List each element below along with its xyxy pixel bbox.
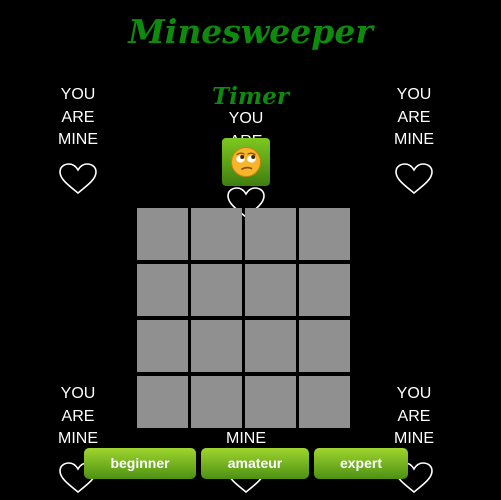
minefield-cell[interactable]	[137, 376, 188, 428]
expert-button[interactable]: expert	[314, 448, 408, 479]
beginner-button[interactable]: beginner	[84, 448, 196, 479]
minefield-cell[interactable]	[245, 320, 296, 372]
minefield-cell[interactable]	[299, 264, 350, 316]
decoration-line: YOU	[60, 385, 96, 402]
reset-face-button[interactable]	[222, 138, 270, 186]
minefield-cell[interactable]	[137, 208, 188, 260]
heart-icon	[395, 162, 433, 194]
heart-icon	[59, 162, 97, 194]
minefield-cell[interactable]	[299, 208, 350, 260]
decoration-line: MINE	[58, 131, 98, 148]
minefield-cell[interactable]	[299, 320, 350, 372]
minefield-cell[interactable]	[191, 376, 242, 428]
minefield-cell[interactable]	[245, 264, 296, 316]
minefield-cell[interactable]	[191, 320, 242, 372]
minefield-cell[interactable]	[191, 264, 242, 316]
decoration-line: ARE	[397, 407, 431, 425]
decoration-line: ARE	[61, 407, 95, 425]
timer-label: Timer	[212, 83, 289, 110]
game-title: Minesweeper	[128, 12, 373, 51]
minefield-grid	[137, 208, 355, 432]
rolling-eyes-face-icon	[231, 147, 261, 177]
minefield-cell[interactable]	[245, 208, 296, 260]
minefield-cell[interactable]	[245, 376, 296, 428]
minefield-cell[interactable]	[299, 376, 350, 428]
minefield-cell[interactable]	[137, 320, 188, 372]
decoration-line: YOU	[396, 385, 432, 402]
amateur-button[interactable]: amateur	[201, 448, 309, 479]
minefield-cell[interactable]	[137, 264, 188, 316]
minefield-cell[interactable]	[191, 208, 242, 260]
decoration-line: MINE	[394, 131, 434, 148]
